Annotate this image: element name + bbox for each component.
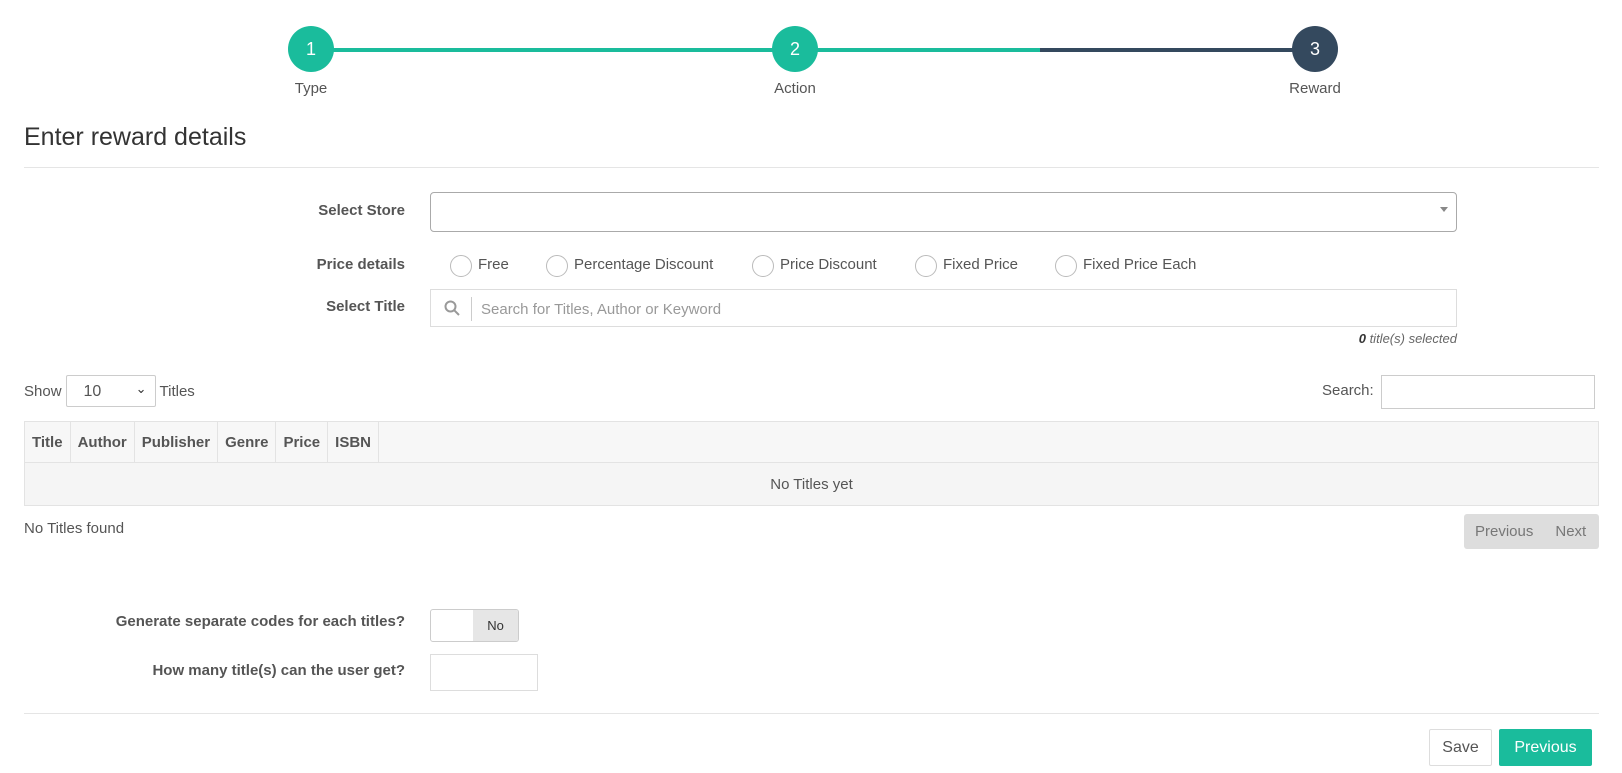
- step-3-circle[interactable]: 3: [1292, 26, 1338, 72]
- step-2-label: Action: [774, 80, 816, 97]
- qty-label: How many title(s) can the user get?: [152, 662, 405, 679]
- price-option-fixed-price[interactable]: Fixed Price: [915, 251, 1018, 277]
- price-option-label: Price Discount: [780, 255, 877, 273]
- step-3-label: Reward: [1289, 80, 1341, 97]
- save-button[interactable]: Save: [1429, 729, 1492, 766]
- titles-table: Title Author Publisher Genre Price ISBN …: [24, 421, 1599, 506]
- column-header-title[interactable]: Title: [24, 421, 71, 463]
- price-option-price-discount[interactable]: Price Discount: [752, 251, 877, 277]
- radio-icon[interactable]: [1055, 255, 1077, 277]
- price-option-label: Fixed Price Each: [1083, 255, 1197, 273]
- price-option-percentage-discount[interactable]: Percentage Discount: [546, 251, 713, 277]
- toggle-state-label: No: [473, 610, 518, 641]
- title-search-input[interactable]: [479, 296, 1443, 322]
- empty-table-message: No Titles yet: [24, 462, 1599, 506]
- radio-icon[interactable]: [546, 255, 568, 277]
- table-row: No Titles yet: [24, 462, 1599, 506]
- price-option-fixed-price-each[interactable]: Fixed Price Each: [1055, 251, 1196, 277]
- column-header-price[interactable]: Price: [275, 421, 329, 463]
- price-option-label: Fixed Price: [943, 255, 1019, 273]
- progress-track-complete: [316, 48, 800, 52]
- divider: [24, 713, 1599, 714]
- price-option-free[interactable]: Free: [450, 251, 509, 277]
- column-header-isbn[interactable]: ISBN: [327, 421, 379, 463]
- column-header-genre[interactable]: Genre: [217, 421, 277, 463]
- store-select[interactable]: [430, 192, 1457, 232]
- page-length-select[interactable]: 10 ⌄: [65, 375, 156, 407]
- column-header-filler: [378, 421, 1599, 463]
- radio-icon[interactable]: [450, 255, 472, 277]
- pagination-next[interactable]: Next: [1544, 523, 1597, 540]
- price-option-label: Percentage Discount: [574, 255, 714, 273]
- qty-input[interactable]: [430, 654, 538, 691]
- page-length-control: Show 10 ⌄ Titles: [24, 375, 195, 407]
- pagination-previous[interactable]: Previous: [1464, 523, 1544, 540]
- select-store-label: Select Store: [318, 202, 405, 219]
- select-title-label: Select Title: [326, 298, 405, 315]
- separate-codes-label: Generate separate codes for each titles?: [115, 613, 405, 630]
- search-icon: [444, 300, 460, 316]
- separator: [471, 297, 472, 321]
- pagination: Previous Next: [1464, 514, 1599, 549]
- table-search-label: Search:: [1322, 382, 1374, 399]
- chevron-down-icon: ⌄: [135, 381, 147, 396]
- title-search-box[interactable]: [430, 289, 1457, 327]
- titles-label: Titles: [159, 382, 195, 400]
- step-2-circle[interactable]: 2: [772, 26, 818, 72]
- progress-track-pending: [1040, 48, 1322, 52]
- selected-count-suffix: title(s) selected: [1365, 331, 1457, 346]
- column-header-author[interactable]: Author: [69, 421, 135, 463]
- selected-count-number: 0: [1358, 331, 1366, 346]
- step-1-circle[interactable]: 1: [288, 26, 334, 72]
- step-1-label: Type: [294, 80, 328, 97]
- page-length-value: 10: [83, 383, 102, 400]
- table-info: No Titles found: [24, 520, 125, 537]
- titles-selected-count: 0 title(s) selected: [1359, 331, 1457, 346]
- progress-track-complete: [800, 48, 1040, 52]
- table-header-row: Title Author Publisher Genre Price ISBN: [24, 421, 1599, 463]
- show-label: Show: [24, 382, 62, 400]
- separate-codes-toggle[interactable]: No: [430, 609, 519, 642]
- radio-icon[interactable]: [915, 255, 937, 277]
- previous-button[interactable]: Previous: [1499, 729, 1592, 766]
- column-header-publisher[interactable]: Publisher: [133, 421, 219, 463]
- price-option-label: Free: [478, 255, 509, 273]
- page-title: Enter reward details: [24, 123, 247, 151]
- price-details-label: Price details: [316, 256, 405, 273]
- table-search-input[interactable]: [1381, 375, 1595, 409]
- chevron-down-icon: [1440, 207, 1448, 212]
- divider: [24, 167, 1599, 168]
- radio-icon[interactable]: [752, 255, 774, 277]
